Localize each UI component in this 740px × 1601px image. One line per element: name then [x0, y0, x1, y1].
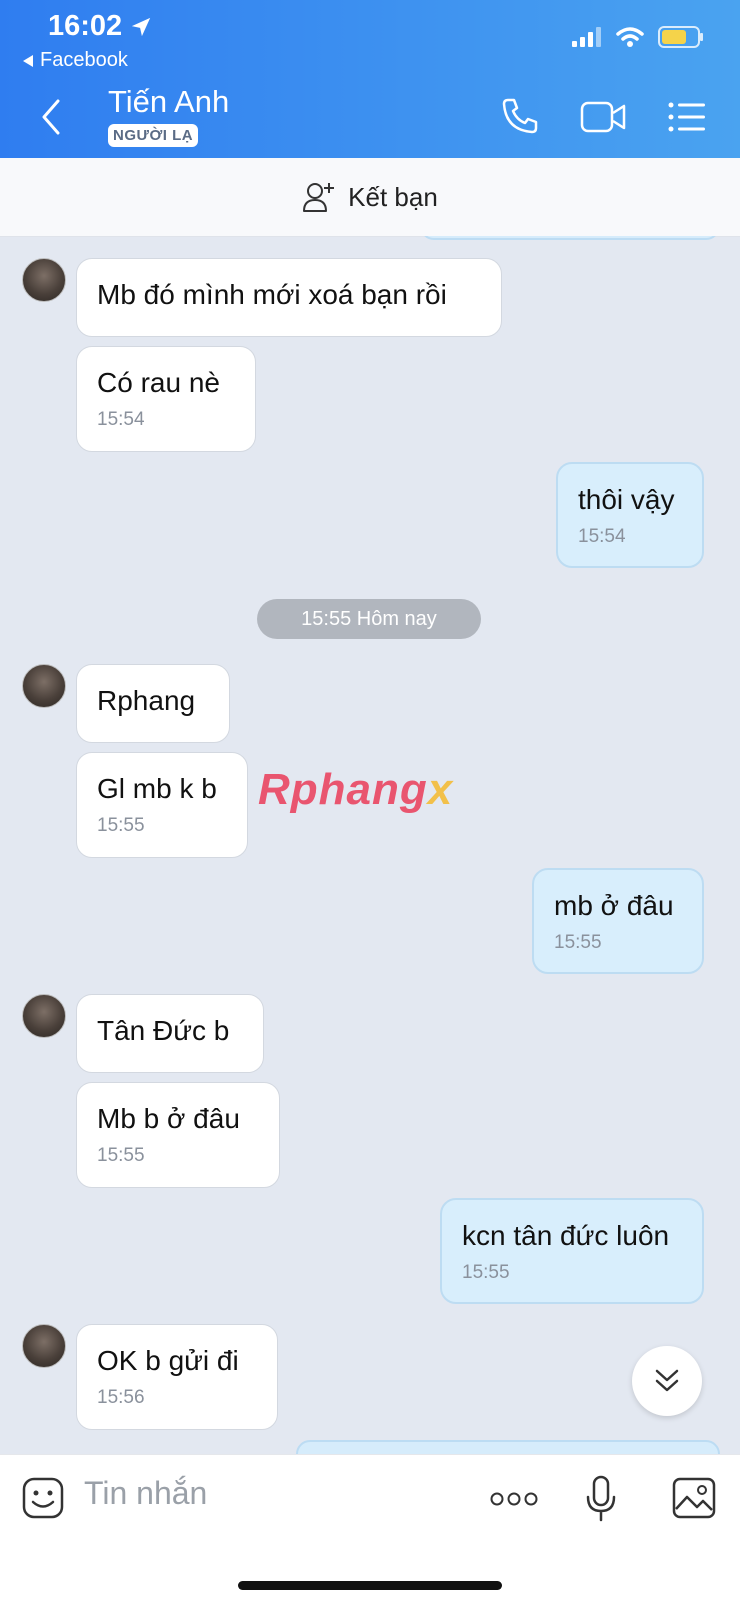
message-time: 15:55	[554, 932, 602, 953]
partial-outgoing-bubble	[420, 236, 720, 240]
home-indicator	[238, 1581, 502, 1590]
incoming-message[interactable]: Rphang	[76, 664, 230, 743]
incoming-message[interactable]: OK b gửi đi 15:56	[76, 1324, 278, 1430]
message-text: Tân Đức b	[97, 1015, 230, 1046]
chevron-left-icon	[42, 99, 60, 135]
more-options-icon[interactable]	[490, 1491, 538, 1507]
avatar[interactable]	[22, 664, 66, 708]
list-menu-icon	[668, 102, 705, 132]
sticker-icon[interactable]	[22, 1477, 64, 1519]
menu-button[interactable]	[668, 102, 706, 137]
scroll-to-bottom-button[interactable]	[632, 1346, 702, 1416]
small-back-triangle-icon	[23, 54, 33, 67]
avatar[interactable]	[22, 1324, 66, 1368]
watermark-main: Rphang	[258, 765, 428, 814]
wifi-icon	[616, 27, 644, 47]
message-time: 15:56	[97, 1387, 145, 1408]
watermark-accent: x	[427, 765, 454, 814]
add-friend-icon	[303, 183, 335, 212]
stranger-badge: NGƯỜI LẠ	[108, 124, 199, 147]
back-app-label: Facebook	[40, 49, 128, 71]
incoming-message[interactable]: Mb b ở đâu 15:55	[76, 1082, 280, 1188]
date-separator: 15:55 Hôm nay	[257, 599, 481, 639]
avatar[interactable]	[22, 994, 66, 1038]
incoming-message[interactable]: Có rau nè 15:54	[76, 346, 256, 452]
incoming-message[interactable]: Tân Đức b	[76, 994, 264, 1073]
image-gallery-icon[interactable]	[672, 1477, 716, 1519]
message-text: Mb đó mình mới xoá bạn rồi	[97, 279, 447, 310]
message-time: 15:54	[97, 409, 145, 430]
add-friend-button[interactable]: Kết bạn	[0, 158, 740, 237]
message-time: 15:55	[462, 1262, 510, 1283]
microphone-icon[interactable]	[584, 1475, 618, 1523]
video-camera-icon	[580, 101, 626, 133]
message-time: 15:55	[97, 1145, 145, 1166]
chat-header: 16:02 Facebook Tiến Anh NGƯỜI LẠ	[0, 0, 740, 158]
message-text: Mb b ở đâu	[97, 1103, 240, 1134]
double-chevron-down-icon	[655, 1369, 679, 1392]
message-time: 15:54	[578, 526, 626, 547]
incoming-message[interactable]: Mb đó mình mới xoá bạn rồi	[76, 258, 502, 337]
signal-icon	[572, 27, 601, 47]
incoming-message[interactable]: Gl mb k b 15:55	[76, 752, 248, 858]
status-time: 16:02	[48, 10, 152, 43]
message-text: thôi vậy	[578, 484, 675, 515]
message-time: 15:55	[97, 815, 145, 836]
message-text: kcn tân đức luôn	[462, 1220, 670, 1251]
chat-area[interactable]: Mb đó mình mới xoá bạn rồi Có rau nè 15:…	[0, 236, 740, 1454]
location-arrow-icon	[132, 17, 151, 36]
back-to-facebook[interactable]: Facebook	[22, 49, 128, 72]
outgoing-message[interactable]: thôi vậy 15:54	[556, 462, 704, 568]
message-text: mb ở đâu	[554, 890, 674, 921]
message-text: Rphang	[97, 685, 196, 716]
message-text: OK b gửi đi	[97, 1345, 239, 1376]
avatar[interactable]	[22, 258, 66, 302]
watermark-logo: Rphangx	[258, 765, 453, 815]
message-text: Gl mb k b	[97, 773, 217, 804]
phone-icon	[502, 98, 538, 134]
outgoing-message[interactable]: kcn tân đức luôn 15:55	[440, 1198, 704, 1304]
message-input[interactable]: Tin nhắn	[84, 1475, 207, 1512]
status-icons	[572, 26, 704, 48]
video-call-button[interactable]	[580, 100, 626, 139]
call-button[interactable]	[500, 96, 540, 141]
message-text: Có rau nè	[97, 367, 220, 398]
status-time-text: 16:02	[48, 10, 123, 42]
add-friend-label: Kết bạn	[348, 181, 438, 212]
back-button[interactable]	[30, 95, 74, 139]
battery-icon	[658, 26, 703, 48]
contact-name[interactable]: Tiến Anh	[108, 84, 229, 120]
message-input-bar: Tin nhắn	[0, 1454, 740, 1601]
outgoing-message[interactable]: mb ở đâu 15:55	[532, 868, 704, 974]
partial-outgoing-bubble	[296, 1440, 720, 1454]
